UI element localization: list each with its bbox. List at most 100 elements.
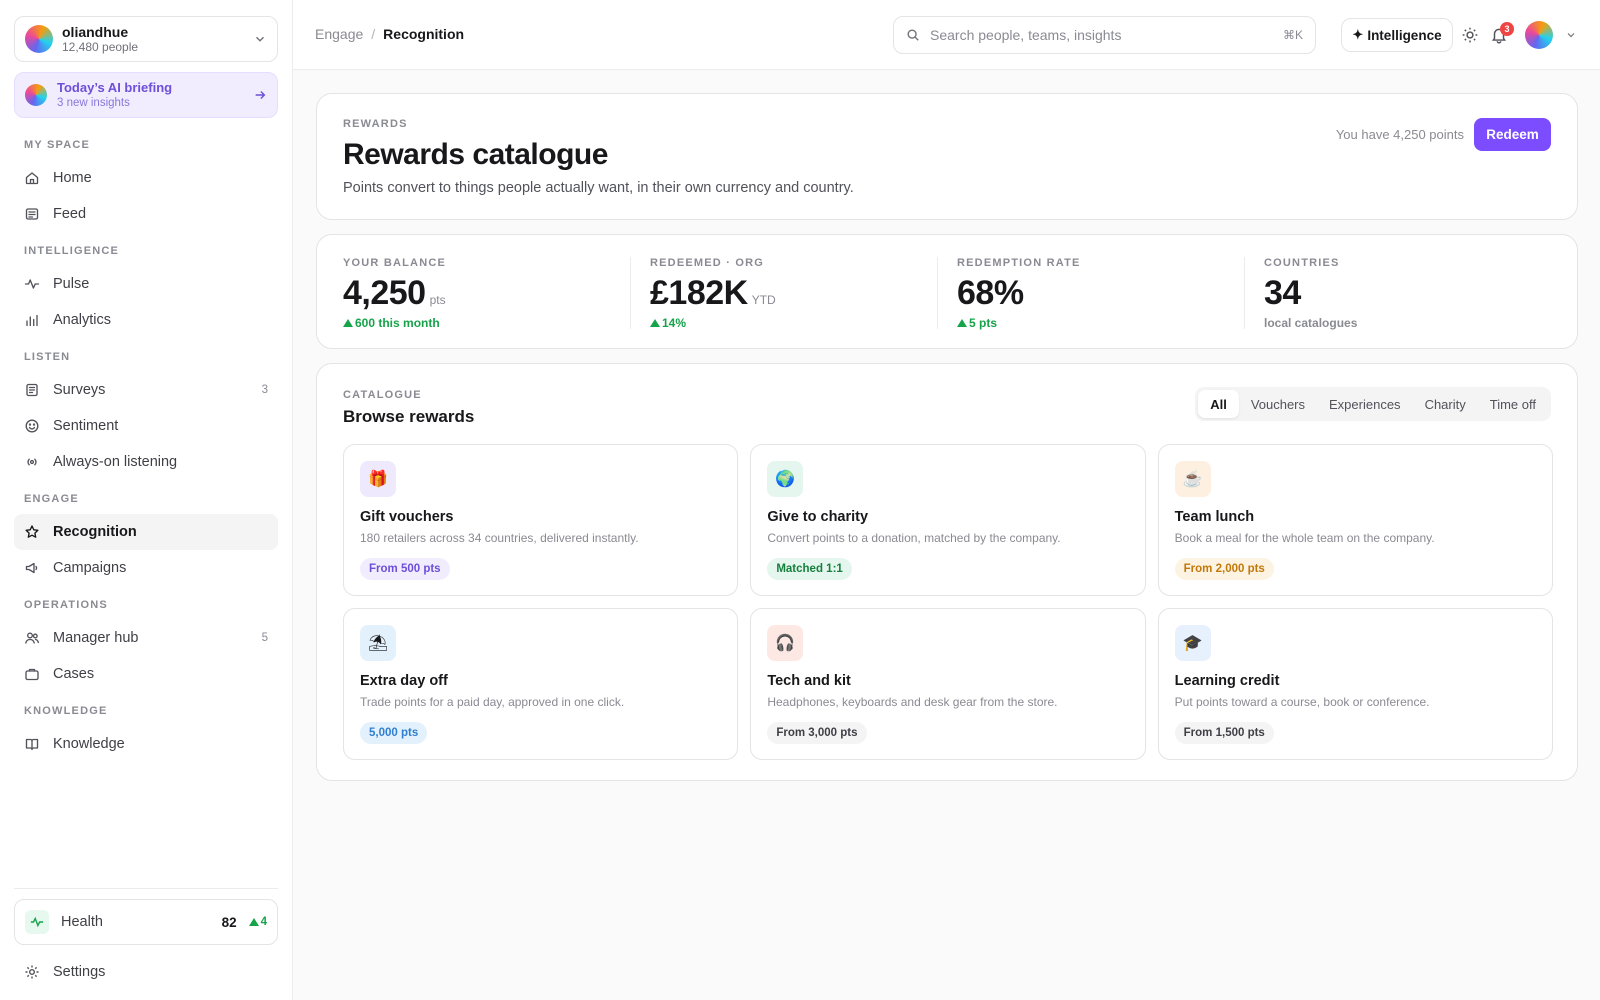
reward-card-tech-and-kit[interactable]: 🎧 Tech and kit Headphones, keyboards and d… [750, 608, 1146, 760]
sidebar-item-label: Campaigns [53, 560, 127, 576]
trend-up-icon [957, 319, 967, 327]
sidebar-item-label: Cases [53, 666, 95, 682]
survey-icon [26, 383, 38, 397]
reward-price-tag: 5,000 pts [360, 722, 428, 744]
sidebar-item-label: Analytics [53, 312, 112, 328]
stats-card: YOUR BALANCE 4,250 pts 600 this month REDEEM… [316, 234, 1578, 349]
smile-icon [25, 419, 39, 433]
redeem-button[interactable]: Redeem [1474, 118, 1551, 151]
sidebar-item-label: Pulse [53, 276, 90, 292]
beach-icon: ⛱ [360, 625, 396, 661]
sidebar-item-sentiment[interactable]: Sentiment [14, 408, 278, 444]
tab-vouchers[interactable]: Vouchers [1239, 390, 1317, 418]
reward-card-learning-credit[interactable]: 🎓 Learning credit Put points toward a cour… [1157, 608, 1553, 760]
org-avatar [25, 25, 53, 53]
org-name: oliandhue [62, 23, 129, 40]
chevron-down-icon[interactable] [1565, 29, 1577, 41]
sidebar-item-label: Recognition [53, 524, 137, 540]
pulse-icon [24, 279, 40, 289]
star-icon [25, 525, 39, 538]
tab-experiences[interactable]: Experiences [1317, 390, 1413, 418]
search-box[interactable]: ⌘K [893, 16, 1316, 54]
sidebar-item-analytics[interactable]: Analytics [14, 302, 278, 338]
stat-delta: 14% [650, 316, 937, 330]
headphones-icon: 🎧 [767, 625, 804, 661]
sidebar-item-label: Feed [53, 206, 87, 222]
health-card[interactable]: Health 82 4 [14, 899, 278, 945]
gift-icon: 🎁 [360, 461, 396, 497]
tab-time-off[interactable]: Time off [1478, 390, 1548, 418]
briefcase-icon [25, 668, 39, 681]
stat-value: 34 [1264, 274, 1301, 312]
tab-charity[interactable]: Charity [1413, 390, 1478, 418]
reward-price-tag: From 500 pts [360, 558, 450, 580]
ai-briefing-card[interactable]: Today’s AI briefing 3 new insights [14, 72, 278, 118]
reward-title: Extra day off [360, 673, 448, 689]
sidebar-item-recognition[interactable]: Recognition [14, 514, 278, 550]
sidebar-item-home[interactable]: Home [14, 160, 278, 196]
sidebar-item-count: 5 [261, 632, 268, 644]
sparkle-icon: ✦ [1352, 27, 1364, 42]
filter-tabs: All Vouchers Experiences Charity Time off [1195, 387, 1551, 421]
nav-section-title: LISTEN [24, 351, 71, 363]
heartbeat-icon [25, 910, 49, 934]
breadcrumb-current: Recognition [383, 26, 465, 42]
sidebar-item-label: Knowledge [53, 736, 125, 752]
sidebar-item-surveys[interactable]: Surveys 3 [14, 372, 278, 408]
briefing-title: Today’s AI briefing [57, 80, 173, 95]
sidebar: oliandhue 12,480 people Today’s AI brief… [0, 0, 293, 1000]
stat-label: REDEMPTION RATE [957, 257, 1081, 269]
sun-icon[interactable] [1461, 26, 1479, 44]
stat-value: 68% [957, 274, 1024, 312]
breadcrumb-parent[interactable]: Engage [315, 26, 363, 42]
reward-description: Convert points to a donation, matched by… [767, 531, 1061, 545]
feed-icon [25, 208, 39, 220]
reward-title: Gift vouchers [360, 509, 454, 525]
stat-label: COUNTRIES [1264, 257, 1340, 269]
sidebar-item-feed[interactable]: Feed [14, 196, 278, 232]
health-delta: 4 [248, 916, 267, 928]
sidebar-item-campaigns[interactable]: Campaigns [14, 550, 278, 586]
chevron-down-icon [256, 36, 264, 42]
notification-badge: 3 [1500, 22, 1514, 36]
nav-section-title: ENGAGE [24, 493, 79, 505]
rewards-grid: 🎁 Gift vouchers 180 retailers across 34 co… [343, 444, 1553, 760]
search-input[interactable] [930, 27, 1283, 43]
nav-section-title: MY SPACE [24, 139, 91, 151]
stat-label: REDEEMED · ORG [650, 257, 764, 269]
catalogue-eyebrow: CATALOGUE [343, 389, 422, 401]
user-avatar[interactable] [1525, 21, 1553, 49]
sidebar-footer: Health 82 4 Settings [14, 888, 278, 990]
search-icon [907, 29, 919, 41]
reward-card-extra-day-off[interactable]: ⛱ Extra day off Trade points for a paid da… [343, 608, 739, 760]
reward-card-give-to-charity[interactable]: 🌍 Give to charity Convert points to a dona… [750, 444, 1146, 596]
sidebar-item-knowledge[interactable]: Knowledge [14, 726, 278, 762]
sidebar-item-label: Always-on listening [53, 454, 178, 470]
stat-redemption-rate: REDEMPTION RATE 68% 5 pts [937, 255, 1244, 330]
sidebar-item-manager-hub[interactable]: Manager hub 5 [14, 620, 278, 656]
trend-up-icon [248, 918, 259, 926]
sidebar-item-count: 3 [261, 384, 268, 396]
reward-card-gift-vouchers[interactable]: 🎁 Gift vouchers 180 retailers across 34 co… [343, 444, 739, 596]
sidebar-item-label: Surveys [53, 382, 106, 398]
section-eyebrow: REWARDS [343, 118, 408, 130]
nav-section-title: KNOWLEDGE [24, 705, 108, 717]
settings-label: Settings [53, 964, 106, 980]
settings-link[interactable]: Settings [14, 954, 278, 990]
points-balance-text: You have 4,250 points [1335, 127, 1464, 142]
coffee-icon: ☕ [1174, 461, 1211, 497]
reward-card-team-lunch[interactable]: ☕ Team lunch Book a meal for the whole tea… [1157, 444, 1553, 596]
intelligence-button[interactable]: ✦ Intelligence [1341, 18, 1453, 52]
sidebar-item-always-on-listening[interactable]: Always-on listening [14, 444, 278, 480]
trend-up-icon [343, 319, 353, 327]
stat-delta: 5 pts [957, 316, 1244, 330]
globe-icon: 🌍 [767, 461, 804, 497]
top-bar: Engage / Recognition ⌘K ✦Intelligence 3 [293, 0, 1600, 70]
tab-all[interactable]: All [1198, 390, 1239, 418]
sidebar-item-cases[interactable]: Cases [14, 656, 278, 692]
reward-description: Put points toward a course, book or conf… [1174, 695, 1430, 709]
org-switcher[interactable]: oliandhue 12,480 people [14, 16, 278, 62]
reward-title: Tech and kit [767, 673, 851, 689]
reward-price-tag: From 2,000 pts [1174, 558, 1274, 580]
sidebar-item-pulse[interactable]: Pulse [14, 266, 278, 302]
